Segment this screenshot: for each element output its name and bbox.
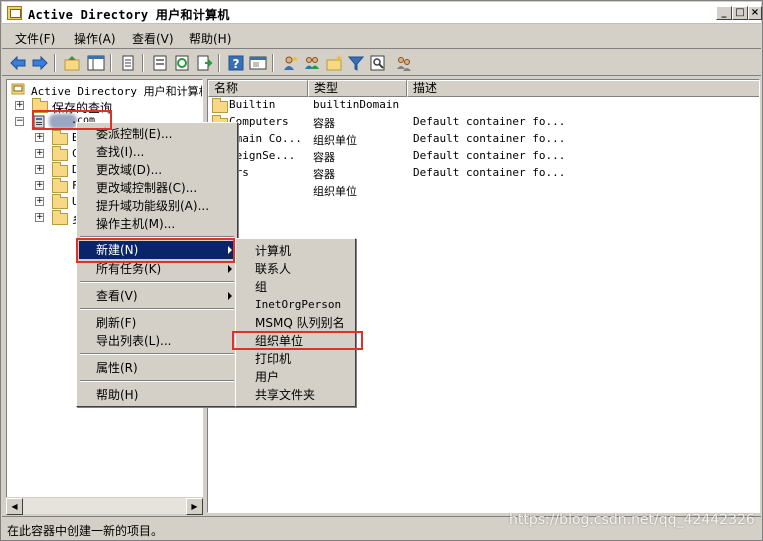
title-bar[interactable]: Active Directory 用户和计算机 _ □ × — [2, 2, 762, 24]
submenu-item-printer[interactable]: 打印机 — [238, 350, 352, 368]
column-header-name[interactable]: 名称 — [208, 80, 308, 97]
context-menu: 委派控制(E)... 查找(I)... 更改域(D)... 更改域控制器(C).… — [76, 122, 238, 407]
expand-icon[interactable]: + — [35, 133, 44, 142]
export-list-icon[interactable] — [194, 53, 214, 73]
ou-folder-icon — [52, 210, 68, 225]
clipboard-icon[interactable] — [118, 53, 138, 73]
folder-icon — [52, 194, 68, 209]
folder-icon — [212, 98, 228, 113]
menu-file[interactable]: 文件(F) — [15, 30, 55, 47]
cell-type: 容器 — [313, 151, 335, 164]
cell-type: 容器 — [313, 168, 335, 181]
app-window: Active Directory 用户和计算机 _ □ × 文件(F) 操作(A… — [0, 0, 763, 541]
app-icon — [7, 6, 22, 20]
maximize-button[interactable]: □ — [732, 6, 748, 20]
new-submenu: 计算机 联系人 组 InetOrgPerson MSMQ 队列别名 组织单位 打… — [235, 238, 356, 407]
menu-item-properties[interactable]: 属性(R) — [79, 359, 234, 377]
show-hide-pane-icon[interactable] — [248, 53, 268, 73]
menu-item-export-list[interactable]: 导出列表(L)... — [79, 332, 234, 350]
menu-item-view[interactable]: 查看(V) — [79, 287, 234, 305]
folder-icon — [52, 130, 68, 145]
help-icon[interactable]: ? — [226, 53, 246, 73]
menu-item-help[interactable]: 帮助(H) — [79, 386, 234, 404]
svg-text:?: ? — [233, 57, 240, 71]
new-user-icon[interactable] — [280, 53, 300, 73]
close-button[interactable]: × — [748, 6, 762, 20]
cell-type: builtinDomain — [313, 98, 400, 111]
folder-icon — [52, 178, 68, 193]
menu-action[interactable]: 操作(A) — [74, 30, 116, 47]
ou-folder-icon — [52, 162, 68, 177]
submenu-item-computer[interactable]: 计算机 — [238, 242, 352, 260]
cell-description: Default container fo... — [413, 115, 566, 128]
toolbar: ? — [2, 50, 761, 76]
expand-icon[interactable]: + — [35, 197, 44, 206]
new-ou-icon[interactable] — [324, 53, 344, 73]
menu-view[interactable]: 查看(V) — [132, 30, 174, 47]
minimize-button[interactable]: _ — [716, 6, 732, 20]
scroll-left-icon[interactable]: ◀ — [6, 498, 23, 515]
annotation-box-domain — [32, 110, 112, 130]
forward-arrow-icon[interactable] — [30, 53, 50, 73]
menu-bar: 文件(F) 操作(A) 查看(V) 帮助(H) — [2, 25, 761, 49]
cell-name: Builtin — [229, 98, 276, 111]
cell-type: 组织单位 — [313, 185, 357, 198]
new-group-icon[interactable] — [302, 53, 322, 73]
cell-description: Default container fo... — [413, 149, 566, 162]
cell-name: reignSe... — [229, 149, 296, 162]
menu-item-change-dc[interactable]: 更改域控制器(C)... — [79, 179, 234, 197]
filter-icon[interactable] — [346, 53, 366, 73]
back-arrow-icon[interactable] — [8, 53, 28, 73]
cell-description: Default container fo... — [413, 132, 566, 145]
add-to-group-icon[interactable] — [394, 53, 414, 73]
annotation-box-new — [76, 238, 235, 263]
menu-item-refresh[interactable]: 刷新(F) — [79, 314, 234, 332]
submenu-arrow-icon — [228, 292, 232, 300]
scroll-right-icon[interactable]: ▶ — [186, 498, 203, 515]
submenu-item-contact[interactable]: 联系人 — [238, 260, 352, 278]
column-header-type[interactable]: 类型 — [308, 80, 407, 97]
cell-description: Default container fo... — [413, 166, 566, 179]
expand-icon[interactable]: + — [35, 213, 44, 222]
cell-type: 组织单位 — [313, 134, 357, 147]
menu-item-raise-level[interactable]: 提升域功能级别(A)... — [79, 197, 234, 215]
submenu-item-inetorgperson[interactable]: InetOrgPerson — [238, 296, 352, 314]
submenu-item-user[interactable]: 用户 — [238, 368, 352, 386]
submenu-item-msmq-alias[interactable]: MSMQ 队列别名 — [238, 314, 352, 332]
cell-name: omain Co... — [229, 132, 302, 145]
menu-item-find[interactable]: 查找(I)... — [79, 143, 234, 161]
refresh-icon[interactable] — [172, 53, 192, 73]
find-icon[interactable] — [368, 53, 388, 73]
status-text: 在此容器中创建一新的项目。 — [7, 524, 164, 538]
submenu-arrow-icon — [228, 265, 232, 273]
submenu-item-group[interactable]: 组 — [238, 278, 352, 296]
annotation-box-ou — [232, 331, 363, 350]
window-title: Active Directory 用户和计算机 — [28, 8, 230, 22]
expand-icon[interactable]: + — [15, 101, 24, 110]
tree-root-label: Active Directory 用户和计算机 — [31, 85, 203, 98]
menu-item-operations-masters[interactable]: 操作主机(M)... — [79, 215, 234, 233]
folder-icon — [52, 146, 68, 161]
cell-type: 容器 — [313, 117, 335, 130]
expand-icon[interactable]: + — [35, 165, 44, 174]
console-tree-icon[interactable] — [86, 53, 106, 73]
collapse-icon[interactable]: − — [15, 117, 24, 126]
tree-horizontal-scrollbar[interactable]: ◀ ▶ — [6, 497, 203, 515]
properties-icon[interactable] — [150, 53, 170, 73]
menu-help[interactable]: 帮助(H) — [189, 30, 231, 47]
expand-icon[interactable]: + — [35, 149, 44, 158]
expand-icon[interactable]: + — [35, 181, 44, 190]
submenu-item-shared-folder[interactable]: 共享文件夹 — [238, 386, 352, 404]
menu-item-change-domain[interactable]: 更改域(D)... — [79, 161, 234, 179]
watermark-text: https://blog.csdn.net/qq_42442326 — [509, 512, 755, 528]
column-header-description[interactable]: 描述 — [407, 80, 759, 97]
ad-root-icon — [11, 83, 25, 95]
up-folder-icon[interactable] — [62, 53, 82, 73]
